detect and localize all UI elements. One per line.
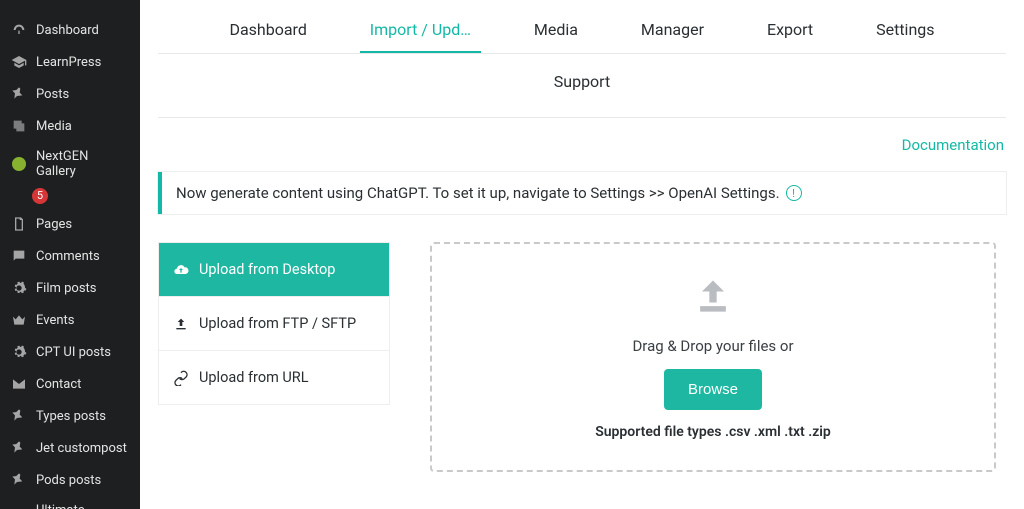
pin-icon: [10, 85, 28, 103]
dashboard-icon: [10, 21, 28, 39]
sidebar-item-pages[interactable]: Pages: [0, 208, 140, 240]
sidebar-item-nextgen-gallery[interactable]: NextGEN Gallery: [0, 142, 140, 186]
sidebar-item-events[interactable]: Events: [0, 304, 140, 336]
pin-icon: [10, 407, 28, 425]
tab-settings[interactable]: Settings: [866, 12, 944, 53]
tab-support[interactable]: Support: [544, 64, 620, 103]
sidebar-item-label: LearnPress: [36, 55, 101, 70]
sidebar-item-label: Pages: [36, 217, 72, 232]
upload-source-desktop[interactable]: Upload from Desktop: [159, 243, 389, 297]
sidebar-item-cpt-ui-posts[interactable]: CPT UI posts: [0, 336, 140, 368]
tab-import-update[interactable]: Import / Upd…: [360, 12, 481, 53]
page-icon: [10, 215, 28, 233]
upload-source-tabs: Upload from Desktop Upload from FTP / SF…: [158, 242, 390, 405]
sidebar-item-posts[interactable]: Posts: [0, 78, 140, 110]
crown-icon: [10, 311, 28, 329]
sidebar-item-label: Jet custompost: [36, 441, 127, 456]
upload-source-label: Upload from FTP / SFTP: [199, 315, 356, 332]
admin-sidebar: Dashboard LearnPress Posts Media NextGEN…: [0, 0, 140, 509]
cloud-upload-icon: [173, 262, 189, 278]
file-dropzone[interactable]: Drag & Drop your files or Browse Support…: [430, 242, 996, 472]
sidebar-item-label: Events: [36, 313, 74, 328]
sidebar-item-label: Pods posts: [36, 473, 101, 488]
sidebar-item-label: NextGEN Gallery: [36, 149, 130, 179]
media-icon: [10, 117, 28, 135]
nextgen-icon: [10, 155, 28, 173]
pin-icon: [10, 471, 28, 489]
sidebar-item-label: Film posts: [36, 281, 97, 296]
sidebar-item-label: Comments: [36, 249, 100, 264]
upload-source-url[interactable]: Upload from URL: [159, 351, 389, 404]
envelope-icon: [10, 375, 28, 393]
link-icon: [173, 370, 189, 386]
sidebar-item-label: Contact: [36, 377, 81, 392]
sidebar-item-learnpress[interactable]: LearnPress: [0, 46, 140, 78]
plugin-panel: Dashboard Import / Upd… Media Manager Ex…: [140, 0, 1024, 509]
sidebar-item-dashboard[interactable]: Dashboard: [0, 14, 140, 46]
tab-manager[interactable]: Manager: [631, 12, 714, 53]
info-icon[interactable]: !: [786, 185, 802, 201]
plugin-tabs-row2: Support: [158, 54, 1006, 118]
main-area: Dashboard Import / Upd… Media Manager Ex…: [140, 0, 1024, 509]
sidebar-item-contact[interactable]: Contact: [0, 368, 140, 400]
comment-icon: [10, 247, 28, 265]
update-count-badge: 5: [32, 188, 48, 204]
sidebar-item-label: Posts: [36, 87, 69, 102]
tab-media[interactable]: Media: [524, 12, 588, 53]
upload-tray-icon: [173, 316, 189, 332]
upload-icon: [691, 275, 735, 323]
import-content-row: Upload from Desktop Upload from FTP / SF…: [140, 214, 1024, 472]
sidebar-item-label: Types posts: [36, 409, 106, 424]
sidebar-item-comments[interactable]: Comments: [0, 240, 140, 272]
notice-text: Now generate content using ChatGPT. To s…: [176, 184, 780, 202]
dropzone-text: Drag & Drop your files or: [632, 337, 793, 355]
sidebar-item-label: CPT UI posts: [36, 345, 111, 360]
sidebar-item-media[interactable]: Media: [0, 110, 140, 142]
sidebar-item-label: Media: [36, 119, 72, 134]
supported-types-text: Supported file types .csv .xml .txt .zip: [595, 424, 831, 440]
sidebar-item-label: Dashboard: [36, 23, 99, 38]
pin-icon: [10, 439, 28, 457]
sidebar-item-pods-posts[interactable]: Pods posts: [0, 464, 140, 496]
sidebar-item-film-posts[interactable]: Film posts: [0, 272, 140, 304]
chatgpt-notice: Now generate content using ChatGPT. To s…: [158, 172, 1006, 214]
upload-source-ftp[interactable]: Upload from FTP / SFTP: [159, 297, 389, 351]
plugin-tabs-row: Dashboard Import / Upd… Media Manager Ex…: [158, 0, 1006, 54]
tab-export[interactable]: Export: [757, 12, 823, 53]
doc-row: Documentation: [140, 118, 1024, 164]
upload-source-label: Upload from Desktop: [199, 261, 335, 278]
sidebar-item-label: Ultimate Member: [36, 503, 130, 509]
gear-icon: [10, 343, 28, 361]
browse-button[interactable]: Browse: [664, 369, 762, 410]
documentation-link[interactable]: Documentation: [902, 136, 1004, 154]
sidebar-item-ultimate-member[interactable]: Ultimate Member: [0, 496, 140, 509]
tab-dashboard[interactable]: Dashboard: [219, 12, 316, 53]
upload-source-label: Upload from URL: [199, 369, 309, 386]
gear-icon: [10, 279, 28, 297]
sidebar-badge-wrap: 5: [0, 184, 140, 204]
sidebar-item-jet-custompost[interactable]: Jet custompost: [0, 432, 140, 464]
sidebar-item-types-posts[interactable]: Types posts: [0, 400, 140, 432]
graduation-cap-icon: [10, 53, 28, 71]
